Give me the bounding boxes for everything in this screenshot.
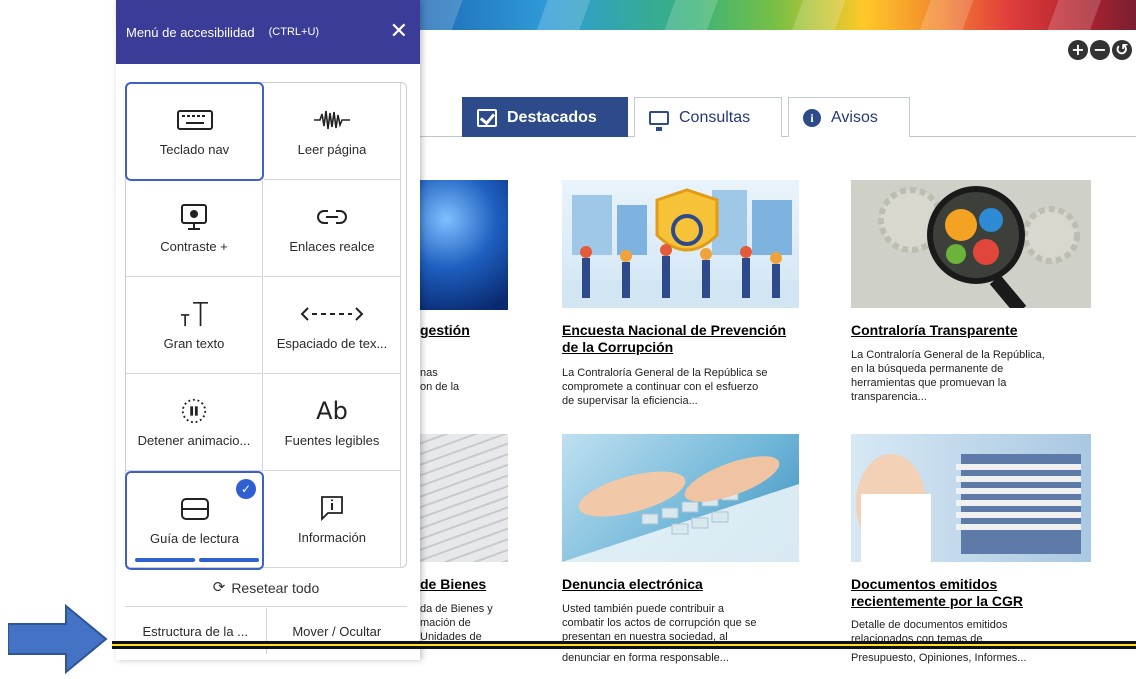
tab-label: Consultas	[679, 108, 751, 126]
card-title-gestion[interactable]: gestión	[420, 322, 510, 339]
tile-label: Guía de lectura	[150, 531, 239, 546]
tile-information[interactable]: Información	[264, 471, 401, 568]
reset-label: Resetear todo	[231, 579, 320, 596]
close-icon[interactable]: ✕	[390, 21, 408, 43]
tile-big-text[interactable]: Gran texto	[126, 277, 263, 374]
info-icon: i	[803, 108, 821, 127]
monitor-icon	[181, 203, 207, 230]
card-image-documentos[interactable]	[851, 434, 1091, 562]
tab-destacados[interactable]: Destacados	[462, 97, 628, 137]
tab-label: Avisos	[831, 108, 878, 126]
card-title-transparente[interactable]: Contraloría Transparente	[851, 322, 1111, 339]
card-image-denuncia[interactable]	[562, 434, 799, 562]
tile-label: Información	[298, 529, 366, 545]
card-text-line: on de la	[420, 381, 460, 393]
card-text-line: Detalle de documentos emitidos	[851, 619, 1008, 631]
check-icon: ✓	[236, 479, 256, 499]
tile-label: Contraste +	[160, 238, 228, 254]
tile-read-page[interactable]: Leer página	[264, 83, 401, 180]
card-image-bienes[interactable]	[420, 434, 508, 562]
feature-grid: Teclado nav Leer página Contraste + Enla…	[125, 82, 407, 570]
card-text-line: Usted también puede contribuir a	[562, 603, 725, 615]
tile-label: Espaciado de tex...	[276, 335, 388, 351]
card-title-bienes[interactable]: de Bienes	[420, 576, 510, 593]
font-ab-icon: Ab	[316, 396, 348, 425]
tile-label: Gran texto	[163, 335, 225, 351]
tab-consultas[interactable]: Consultas	[634, 97, 782, 137]
reading-guide-icon	[180, 498, 209, 520]
tile-keyboard-nav[interactable]: Teclado nav	[125, 82, 264, 181]
card-text-line: Presupuesto, Opiniones, Informes...	[851, 652, 1027, 664]
reading-guide-line	[112, 641, 1136, 649]
tab-label: Destacados	[507, 108, 597, 126]
panel-shortcut: (CTRL+U)	[268, 26, 320, 38]
card-text-line: mación de	[420, 617, 471, 629]
reset-zoom-icon[interactable]: ↺	[1112, 40, 1132, 60]
card-text-line: de supervisar la eficiencia...	[562, 395, 698, 407]
active-indicator	[199, 558, 259, 562]
tile-text-spacing[interactable]: Espaciado de tex...	[264, 277, 401, 374]
zoom-in-icon[interactable]: +	[1068, 40, 1088, 60]
monitor-icon	[649, 110, 669, 131]
tile-label: Fuentes legibles	[284, 432, 380, 448]
text-size-icon	[180, 301, 208, 326]
keyboard-icon	[176, 110, 213, 130]
card-title-denuncia[interactable]: Denuncia electrónica	[562, 576, 802, 593]
sound-wave-icon	[314, 110, 350, 129]
tile-label: Enlaces realce	[289, 238, 375, 254]
card-title-encuesta[interactable]: Encuesta Nacional de Prevención de la Co…	[562, 322, 802, 356]
tab-bar: Destacados Consultas i Avisos	[420, 97, 1136, 137]
spacing-arrows-icon	[300, 306, 364, 321]
card-image-encuesta[interactable]	[562, 180, 799, 308]
tile-reading-guide[interactable]: ✓ Guía de lectura	[125, 471, 264, 570]
pause-icon	[181, 398, 207, 423]
card-text-line: da de Bienes y	[420, 603, 493, 615]
card-image-gestion[interactable]	[420, 180, 508, 310]
tile-readable-fonts[interactable]: Ab Fuentes legibles	[264, 374, 401, 471]
info-bubble-icon	[321, 495, 343, 521]
card-title-documentos[interactable]: Documentos emitidos recientemente por la…	[851, 576, 1081, 610]
arrow-icon	[8, 604, 108, 674]
card-image-transparente[interactable]	[851, 180, 1091, 308]
card-text-line: en la búsqueda permanente de	[851, 363, 1004, 375]
tile-contrast[interactable]: Contraste +	[126, 180, 263, 277]
zoom-out-icon[interactable]: −	[1090, 40, 1110, 60]
accessibility-panel: Menú de accesibilidad (CTRL+U) ✕ Teclado…	[116, 0, 420, 660]
card-text-line: denunciar en forma responsable...	[562, 652, 729, 664]
tile-label: Detener animacio...	[137, 432, 251, 448]
card-text-line: transparencia...	[851, 391, 927, 403]
reset-all-button[interactable]: ⟳ Resetear todo	[125, 569, 407, 607]
tile-label: Leer página	[297, 141, 367, 157]
card-text-line: nas	[420, 367, 438, 379]
tile-label: Teclado nav	[159, 142, 230, 157]
tile-stop-animations[interactable]: Detener animacio...	[126, 374, 263, 471]
card-text-line: combatir los actos de corrupción que se	[562, 617, 757, 629]
header-banner	[420, 0, 1136, 30]
panel-title: Menú de accesibilidad	[126, 24, 255, 40]
tile-link-highlight[interactable]: Enlaces realce	[264, 180, 401, 277]
card-text-line: La Contraloría General de la República,	[851, 349, 1045, 361]
link-icon	[317, 209, 347, 224]
tab-avisos[interactable]: i Avisos	[788, 97, 910, 137]
refresh-icon: ⟳	[212, 578, 226, 596]
card-text-line: compromete a continuar con el esfuerzo	[562, 381, 759, 393]
checkbox-icon	[477, 108, 497, 127]
panel-header: Menú de accesibilidad (CTRL+U) ✕	[116, 0, 420, 64]
card-text-line: La Contraloría General de la República s…	[562, 367, 768, 379]
card-text-line: herramientas que promuevan la	[851, 377, 1007, 389]
font-size-controls: + − ↺	[1068, 40, 1132, 60]
active-indicator	[135, 558, 195, 562]
